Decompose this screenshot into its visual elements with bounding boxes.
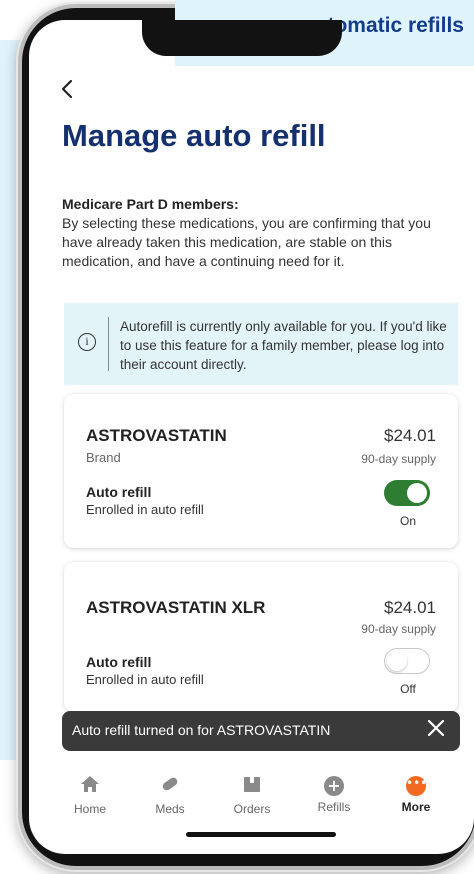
tab-label: Orders: [233, 802, 271, 816]
medication-name: ASTROVASTATIN XLR: [86, 598, 266, 617]
medication-supply: 90-day supply: [361, 622, 436, 636]
tab-orders[interactable]: Orders: [212, 774, 292, 816]
phone-notch: [142, 20, 342, 56]
bottom-tab-bar: Home Meds Orders + Refills ••• More: [48, 770, 464, 826]
medication-supply: 90-day supply: [361, 452, 436, 466]
home-icon: [50, 774, 130, 798]
info-text: Autorefill is currently only available f…: [120, 319, 447, 372]
info-divider: [108, 317, 109, 371]
tab-label: Meds: [155, 802, 185, 816]
auto-refill-status: Enrolled in auto refill: [86, 502, 204, 517]
toggle-caption: Off: [400, 682, 416, 696]
tab-more[interactable]: ••• More: [376, 774, 456, 814]
medication-price: $24.01: [384, 598, 436, 617]
medication-price: $24.01: [384, 426, 436, 445]
tab-label: More: [401, 800, 431, 814]
medication-card: ASTROVASTATIN XLR $24.01 90-day supply A…: [64, 562, 458, 712]
tab-refills[interactable]: + Refills: [294, 774, 374, 814]
close-icon[interactable]: [424, 718, 448, 742]
auto-refill-label: Auto refill: [86, 484, 152, 500]
auto-refill-toggle[interactable]: [384, 480, 430, 506]
toggle-knob: [407, 483, 427, 503]
box-icon: [212, 774, 292, 798]
toast-text: Auto refill turned on for ASTROVASTATIN: [72, 722, 331, 738]
tab-label: Home: [73, 802, 106, 816]
medication-type: Brand: [86, 450, 121, 465]
tab-meds[interactable]: Meds: [130, 774, 210, 816]
toggle-knob: [387, 650, 407, 671]
pill-icon: [130, 774, 210, 798]
info-icon: i: [78, 333, 96, 351]
plus-circle-icon: +: [324, 776, 344, 796]
auto-refill-label: Auto refill: [86, 654, 152, 670]
tab-home[interactable]: Home: [50, 774, 130, 816]
medication-name: ASTROVASTATIN: [86, 426, 227, 445]
toggle-caption: On: [399, 514, 416, 528]
notice-heading: Medicare Part D members:: [62, 196, 239, 212]
notice-body: By selecting these medications, you are …: [62, 215, 431, 269]
page-title: Manage auto refill: [62, 118, 326, 153]
auto-refill-toggle[interactable]: [384, 648, 430, 674]
info-banner: i Autorefill is currently only available…: [64, 303, 458, 385]
medication-card: ASTROVASTATIN Brand $24.01 90-day supply…: [64, 394, 458, 548]
back-button[interactable]: [60, 78, 74, 100]
tab-label: Refills: [317, 800, 351, 814]
more-icon: •••: [406, 776, 427, 796]
chevron-left-icon[interactable]: [60, 78, 76, 102]
toast-notification: Auto refill turned on for ASTROVASTATIN: [62, 711, 460, 751]
close-button[interactable]: [426, 718, 446, 738]
auto-refill-status: Enrolled in auto refill: [86, 672, 204, 687]
home-indicator: [186, 832, 336, 837]
